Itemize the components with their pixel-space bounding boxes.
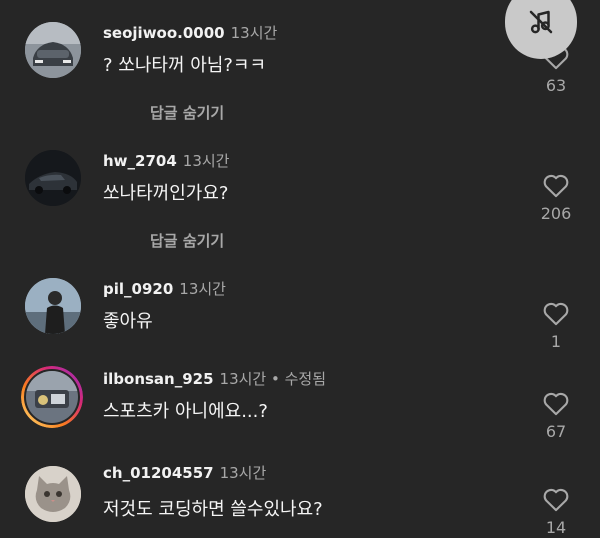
comment-time: 13시간 <box>179 280 226 298</box>
heart-outline-icon <box>543 488 569 512</box>
comment-header: hw_2704 13시간 <box>103 150 229 171</box>
comment-header: ilbonsan_925 13시간 • 수정됨 <box>103 368 326 389</box>
heart-outline-icon <box>543 302 569 326</box>
comments-screen: seojiwoo.0000 13시간 ? 쏘나타꺼 아님?ㅋㅋ 63 답글 숨기기… <box>0 0 600 538</box>
username[interactable]: ilbonsan_925 <box>103 370 214 388</box>
comment-text: 쏘나타꺼인가요? <box>103 183 229 204</box>
comment-text: 스포츠카 아니에요...? <box>103 401 268 422</box>
comment-header: ch_01204557 13시간 <box>103 462 266 483</box>
comment-time: 13시간 <box>219 370 267 388</box>
like-button[interactable]: 67 <box>540 390 572 441</box>
comment-text: ? 쏘나타꺼 아님?ㅋㅋ <box>103 55 267 76</box>
comment-header: seojiwoo.0000 13시간 <box>103 22 277 43</box>
like-count: 206 <box>540 204 572 223</box>
comment-text: 저것도 코딩하면 쓸수있나요? <box>103 499 323 520</box>
like-count: 14 <box>545 518 567 537</box>
avatar[interactable] <box>25 22 81 78</box>
like-count: 67 <box>545 422 567 441</box>
comment-text: 좋아유 <box>103 311 153 332</box>
hide-replies-button[interactable]: 답글 숨기기 <box>150 102 224 123</box>
like-button[interactable]: 206 <box>540 172 572 223</box>
comment-time: 13시간 <box>219 464 267 482</box>
comment-header: pil_0920 13시간 <box>103 278 226 299</box>
heart-outline-icon <box>543 174 569 198</box>
like-button[interactable]: 14 <box>540 486 572 537</box>
comment-time: 13시간 <box>182 152 230 170</box>
username[interactable]: ch_01204557 <box>103 464 214 482</box>
like-button[interactable]: 1 <box>540 300 572 351</box>
edited-label: • 수정됨 <box>266 370 327 388</box>
like-count: 63 <box>545 76 567 95</box>
comment-time: 13시간 <box>230 24 278 42</box>
avatar-story-ring[interactable] <box>21 366 83 428</box>
heart-outline-icon <box>543 392 569 416</box>
avatar[interactable] <box>25 150 81 206</box>
username[interactable]: hw_2704 <box>103 152 177 170</box>
username[interactable]: seojiwoo.0000 <box>103 24 225 42</box>
hide-replies-button[interactable]: 답글 숨기기 <box>150 230 224 251</box>
avatar[interactable] <box>25 278 81 334</box>
comment-item: ilbonsan_925 13시간 • 수정됨 스포츠카 아니에요...? 67 <box>0 346 600 441</box>
avatar[interactable] <box>25 466 81 522</box>
username[interactable]: pil_0920 <box>103 280 173 298</box>
music-note-off-icon <box>529 10 553 34</box>
comment-item: hw_2704 13시간 쏘나타꺼인가요? 206 <box>0 128 600 223</box>
comment-item: ch_01204557 13시간 저것도 코딩하면 쓸수있나요? 14 <box>0 440 600 537</box>
comment-item: pil_0920 13시간 좋아유 1 <box>0 256 600 351</box>
